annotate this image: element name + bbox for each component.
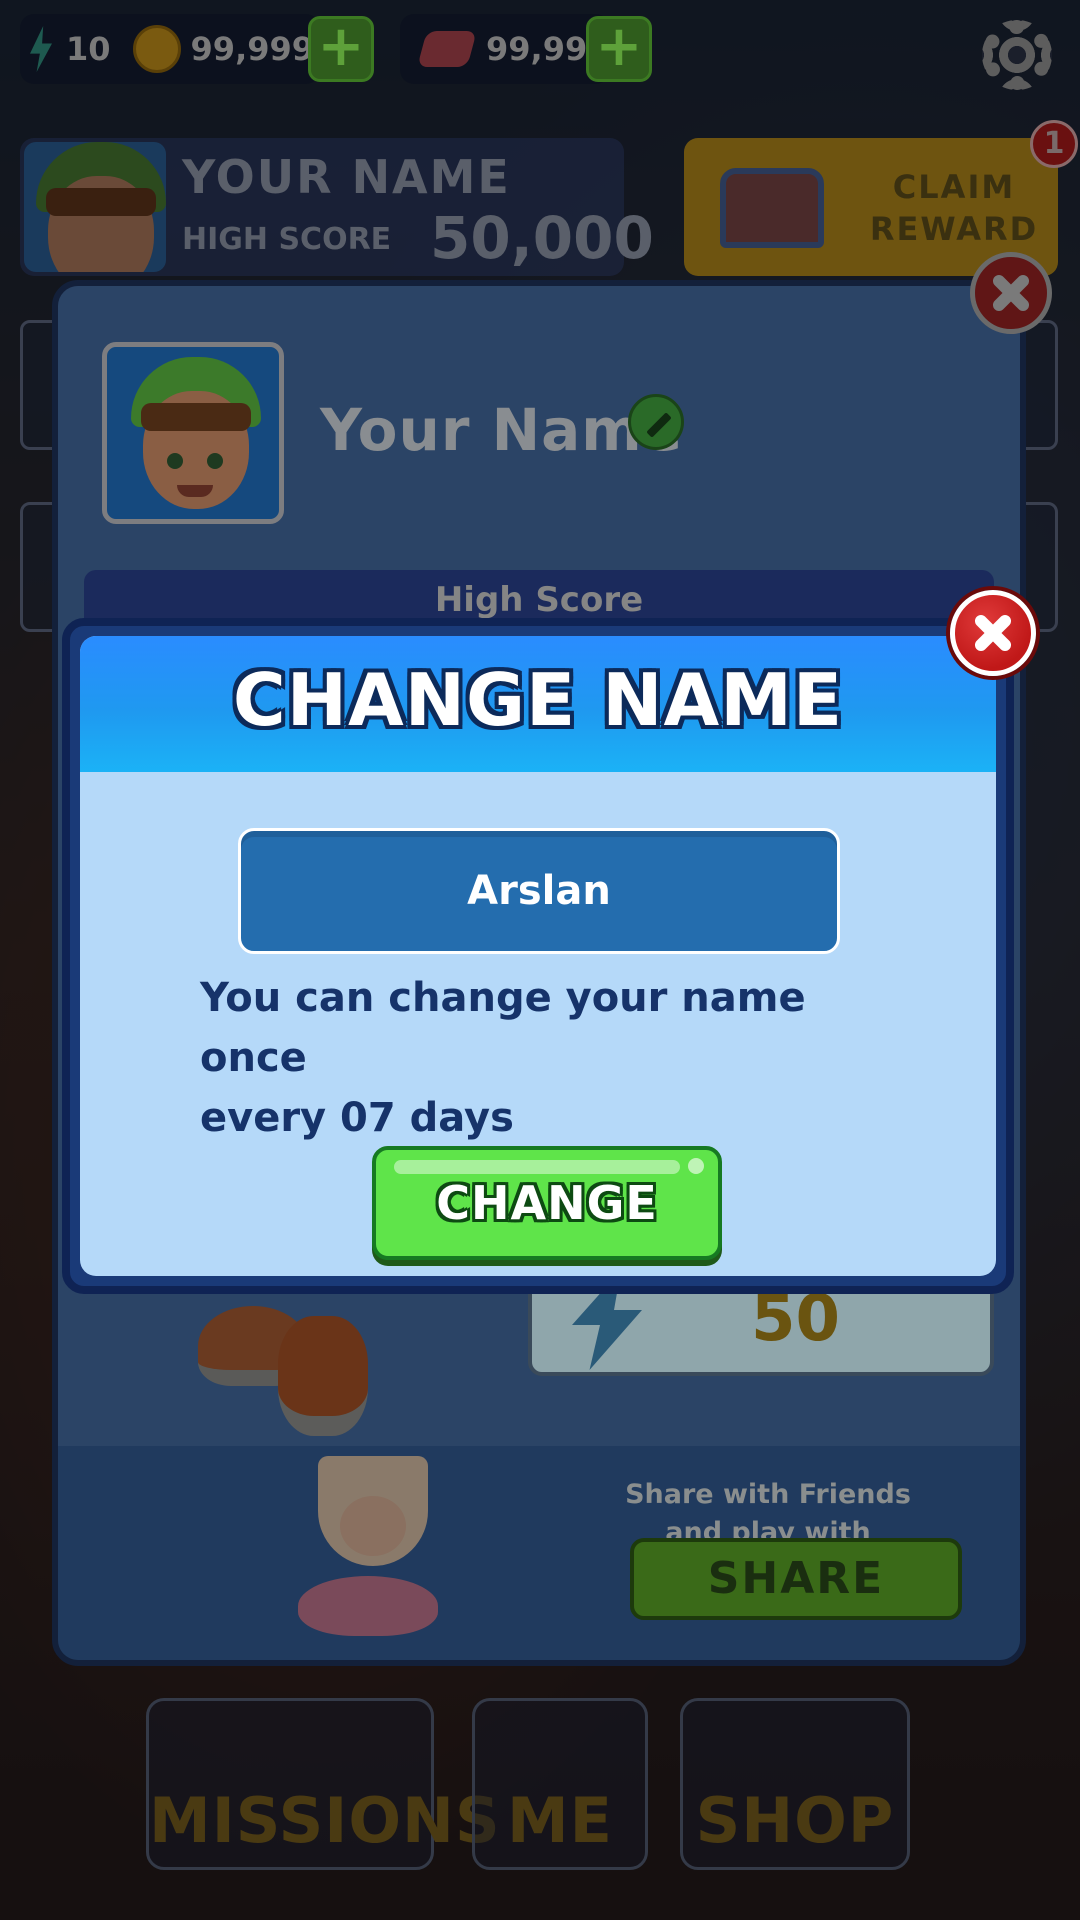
energy-pill: 10 99,999 [20, 14, 320, 84]
top-resource-bar: 10 99,999 + 99,999 + [20, 14, 1060, 90]
add-coins-button[interactable]: + [308, 16, 374, 82]
profile-card[interactable]: YOUR NAME HIGH SCORE 50,000 [20, 138, 654, 276]
pencil-icon[interactable] [628, 394, 684, 450]
dialog-body: CHANGE NAME You can change your name onc… [80, 636, 996, 1276]
nav-shop[interactable]: SHOP [680, 1698, 910, 1870]
notification-badge: 1 [1030, 120, 1078, 168]
chest-icon [720, 168, 824, 248]
dialog-title: CHANGE NAME [232, 658, 844, 742]
share-section: Share with Friends and play with them! S… [58, 1446, 1020, 1660]
claim-reward-label: CLAIM REWARD [869, 168, 1039, 248]
profile-name: YOUR NAME [182, 150, 511, 204]
change-button[interactable]: CHANGE [372, 1146, 722, 1260]
change-name-info: You can change your name once every 07 d… [200, 975, 806, 1141]
dialog-header: CHANGE NAME [80, 636, 996, 772]
gems-pill: 99,999 [400, 14, 610, 84]
name-input[interactable] [238, 828, 840, 954]
high-score-value: 50,000 [430, 204, 654, 272]
character-illustration [278, 1456, 458, 1660]
energy-value: 10 [66, 30, 111, 68]
share-button[interactable]: SHARE [630, 1538, 962, 1620]
panel-close-button[interactable] [970, 252, 1052, 334]
high-score-label: HIGH SCORE [182, 222, 392, 257]
nav-missions[interactable]: MISSIONS [146, 1698, 500, 1870]
change-button-label: CHANGE [436, 1176, 658, 1230]
bolt-icon [30, 26, 52, 72]
avatar [24, 142, 166, 272]
panel-avatar [102, 342, 284, 524]
change-name-dialog: CHANGE NAME You can change your name onc… [62, 618, 1014, 1294]
coin-value: 99,999 [190, 30, 315, 68]
high-score-title: High Score [434, 580, 644, 620]
nav-me[interactable]: ME [472, 1698, 648, 1870]
gem-icon [417, 31, 477, 67]
character-shoes [198, 1276, 418, 1446]
add-gems-button[interactable]: + [586, 16, 652, 82]
coin-icon [132, 25, 181, 73]
dialog-close-button[interactable] [950, 590, 1036, 676]
gear-icon[interactable] [982, 20, 1052, 90]
